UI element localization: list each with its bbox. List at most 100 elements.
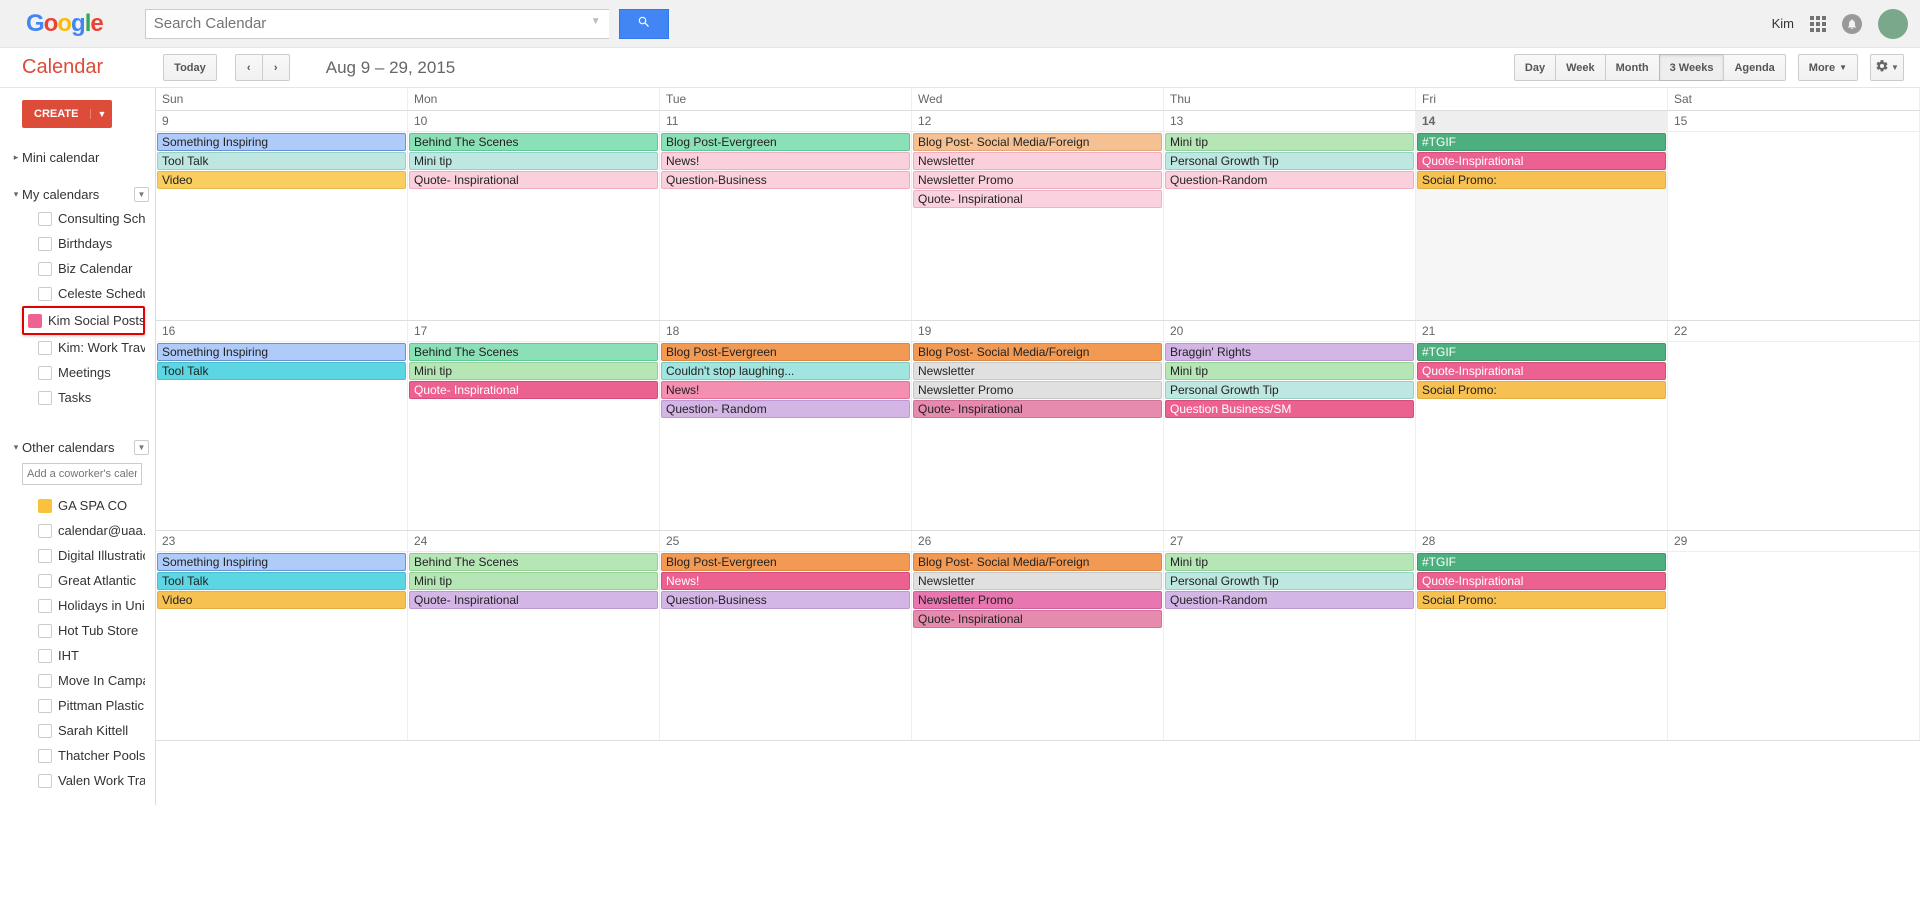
day-cell[interactable]: 28#TGIFQuote-InspirationalSocial Promo: — [1416, 531, 1668, 740]
day-cell[interactable]: 22 — [1668, 321, 1920, 530]
my-calendar-item[interactable]: Kim Social Posts Ideas — [22, 306, 145, 335]
other-calendar-item[interactable]: Hot Tub Store — [22, 618, 145, 643]
calendar-event[interactable]: Blog Post-Evergreen — [661, 553, 910, 571]
day-cell[interactable]: 11Blog Post-EvergreenNews!Question-Busin… — [660, 111, 912, 320]
search-input[interactable] — [145, 9, 609, 39]
day-cell[interactable]: 19Blog Post- Social Media/ForeignNewslet… — [912, 321, 1164, 530]
prev-button[interactable]: ‹ — [235, 54, 263, 81]
my-calendar-item[interactable]: Kim: Work Traveling ... — [22, 335, 145, 360]
other-calendar-item[interactable]: calendar@uaa.edu — [22, 518, 145, 543]
calendar-event[interactable]: Braggin' Rights — [1165, 343, 1414, 361]
view-3-weeks[interactable]: 3 Weeks — [1659, 54, 1725, 81]
other-calendar-item[interactable]: Holidays in United St... — [22, 593, 145, 618]
other-calendar-item[interactable]: Digital Illustration: C... — [22, 543, 145, 568]
other-calendar-item[interactable]: IHT — [22, 643, 145, 668]
calendar-event[interactable]: Tool Talk — [157, 572, 406, 590]
calendar-event[interactable]: Newsletter — [913, 362, 1162, 380]
day-cell[interactable]: 12Blog Post- Social Media/ForeignNewslet… — [912, 111, 1164, 320]
calendar-event[interactable]: Quote-Inspirational — [1417, 362, 1666, 380]
view-day[interactable]: Day — [1514, 54, 1556, 81]
user-avatar[interactable] — [1878, 9, 1908, 39]
user-name[interactable]: Kim — [1772, 16, 1794, 31]
other-calendars-header[interactable]: ▾ Other calendars ▼ — [22, 436, 145, 459]
calendar-event[interactable]: Quote- Inspirational — [409, 591, 658, 609]
calendar-event[interactable]: Question-Business — [661, 171, 910, 189]
day-cell[interactable]: 10Behind The ScenesMini tipQuote- Inspir… — [408, 111, 660, 320]
other-calendars-options[interactable]: ▼ — [134, 440, 149, 455]
calendar-event[interactable]: Newsletter Promo — [913, 171, 1162, 189]
calendar-event[interactable]: Couldn't stop laughing... — [661, 362, 910, 380]
other-calendar-item[interactable]: Move In Campaign — [22, 668, 145, 693]
calendar-event[interactable]: Tool Talk — [157, 362, 406, 380]
day-cell[interactable]: 25Blog Post-EvergreenNews!Question-Busin… — [660, 531, 912, 740]
calendar-event[interactable]: Quote-Inspirational — [1417, 152, 1666, 170]
calendar-event[interactable]: Blog Post-Evergreen — [661, 133, 910, 151]
other-calendar-item[interactable]: GA SPA CO — [22, 493, 145, 518]
day-cell[interactable]: 26Blog Post- Social Media/ForeignNewslet… — [912, 531, 1164, 740]
day-cell[interactable]: 16Something InspiringTool Talk — [156, 321, 408, 530]
calendar-event[interactable]: Video — [157, 171, 406, 189]
calendar-event[interactable]: #TGIF — [1417, 343, 1666, 361]
calendar-event[interactable]: Newsletter — [913, 572, 1162, 590]
calendar-event[interactable]: Newsletter Promo — [913, 381, 1162, 399]
calendar-event[interactable]: Personal Growth Tip — [1165, 381, 1414, 399]
calendar-event[interactable]: Newsletter — [913, 152, 1162, 170]
day-cell[interactable]: 18Blog Post-EvergreenCouldn't stop laugh… — [660, 321, 912, 530]
create-button[interactable]: CREATE ▼ — [22, 100, 112, 128]
notifications-icon[interactable] — [1842, 14, 1862, 34]
search-options-dropdown[interactable]: ▼ — [591, 16, 601, 46]
calendar-event[interactable]: Behind The Scenes — [409, 343, 658, 361]
calendar-event[interactable]: News! — [661, 152, 910, 170]
calendar-event[interactable]: Mini tip — [409, 572, 658, 590]
calendar-event[interactable]: Video — [157, 591, 406, 609]
calendar-event[interactable]: Blog Post- Social Media/Foreign — [913, 553, 1162, 571]
day-cell[interactable]: 14#TGIFQuote-InspirationalSocial Promo: — [1416, 111, 1668, 320]
my-calendar-item[interactable]: Meetings — [22, 360, 145, 385]
google-logo[interactable]: Google — [26, 10, 103, 38]
calendar-event[interactable]: News! — [661, 572, 910, 590]
my-calendar-item[interactable]: Consulting Schedule — [22, 206, 145, 231]
view-agenda[interactable]: Agenda — [1723, 54, 1785, 81]
my-calendars-header[interactable]: ▾ My calendars ▼ — [22, 183, 145, 206]
calendar-event[interactable]: Behind The Scenes — [409, 133, 658, 151]
calendar-event[interactable]: Mini tip — [409, 362, 658, 380]
calendar-event[interactable]: #TGIF — [1417, 553, 1666, 571]
add-coworker-input[interactable] — [22, 463, 142, 485]
view-month[interactable]: Month — [1605, 54, 1660, 81]
calendar-event[interactable]: Something Inspiring — [157, 553, 406, 571]
calendar-event[interactable]: Question Business/SM — [1165, 400, 1414, 418]
other-calendar-item[interactable]: Sarah Kittell — [22, 718, 145, 743]
day-cell[interactable]: 9Something InspiringTool TalkVideo — [156, 111, 408, 320]
calendar-event[interactable]: Social Promo: — [1417, 591, 1666, 609]
other-calendar-item[interactable]: Valen Work Travelin... — [22, 768, 145, 793]
calendar-event[interactable]: Behind The Scenes — [409, 553, 658, 571]
calendar-event[interactable]: Question- Random — [661, 400, 910, 418]
apps-icon[interactable] — [1810, 16, 1826, 32]
other-calendar-item[interactable]: Thatcher Pools — [22, 743, 145, 768]
calendar-event[interactable]: Personal Growth Tip — [1165, 572, 1414, 590]
calendar-event[interactable]: Personal Growth Tip — [1165, 152, 1414, 170]
calendar-event[interactable]: Question-Business — [661, 591, 910, 609]
calendar-event[interactable]: Mini tip — [1165, 362, 1414, 380]
calendar-event[interactable]: Something Inspiring — [157, 133, 406, 151]
my-calendar-item[interactable]: Birthdays — [22, 231, 145, 256]
calendar-event[interactable]: Question-Random — [1165, 591, 1414, 609]
calendar-event[interactable]: Mini tip — [1165, 133, 1414, 151]
day-cell[interactable]: 27Mini tipPersonal Growth TipQuestion-Ra… — [1164, 531, 1416, 740]
calendar-event[interactable]: Tool Talk — [157, 152, 406, 170]
calendar-event[interactable]: Quote- Inspirational — [913, 190, 1162, 208]
calendar-event[interactable]: Mini tip — [1165, 553, 1414, 571]
calendar-event[interactable]: Question-Random — [1165, 171, 1414, 189]
calendar-event[interactable]: Blog Post- Social Media/Foreign — [913, 133, 1162, 151]
app-title[interactable]: Calendar — [22, 56, 103, 79]
calendar-event[interactable]: Quote- Inspirational — [913, 400, 1162, 418]
other-calendar-item[interactable]: Pittman Plastic Social — [22, 693, 145, 718]
day-cell[interactable]: 15 — [1668, 111, 1920, 320]
create-dropdown-icon[interactable]: ▼ — [90, 109, 112, 119]
mini-calendar-toggle[interactable]: ▸ Mini calendar — [22, 146, 145, 169]
day-cell[interactable]: 23Something InspiringTool TalkVideo — [156, 531, 408, 740]
calendar-event[interactable]: Quote- Inspirational — [409, 171, 658, 189]
my-calendar-item[interactable]: Biz Calendar — [22, 256, 145, 281]
my-calendar-item[interactable]: Tasks — [22, 385, 145, 410]
search-button[interactable] — [619, 9, 669, 39]
